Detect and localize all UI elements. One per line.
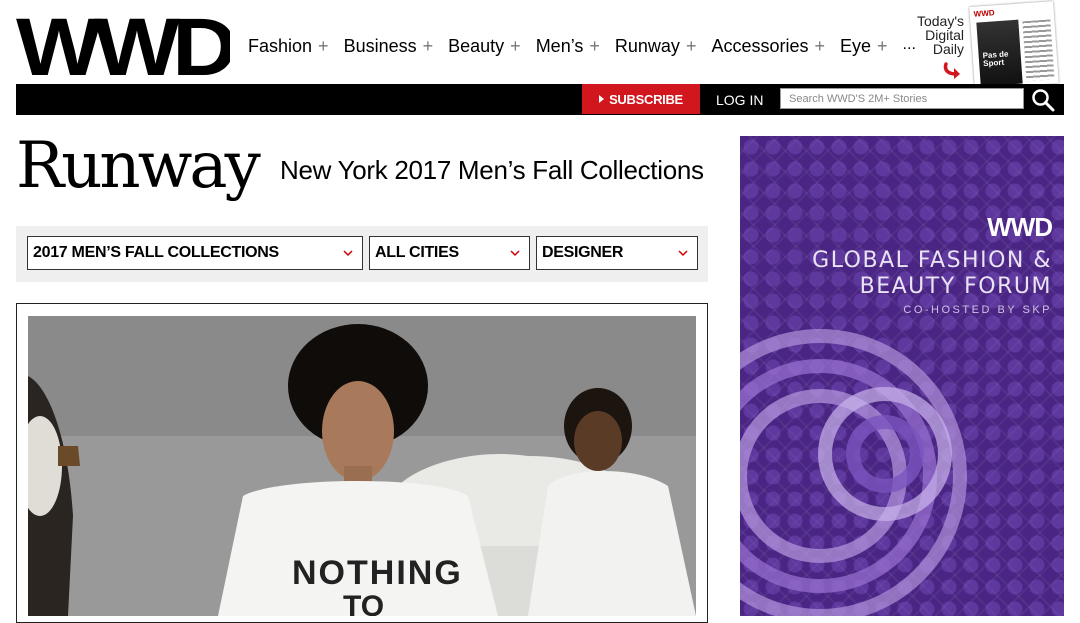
season-select-value: 2017 MEN’S FALL COLLECTIONS bbox=[33, 244, 279, 261]
expand-plus-icon[interactable]: + bbox=[510, 36, 521, 57]
magazine-masthead: WWD bbox=[973, 8, 995, 19]
shirt-text-line2: TO bbox=[343, 590, 384, 616]
wwd-logo[interactable]: WWD bbox=[16, 14, 230, 78]
nav-label: Fashion bbox=[248, 36, 313, 56]
designer-select-value: DESIGNER bbox=[542, 244, 624, 261]
runway-photo-illustration: NOTHING TO bbox=[28, 316, 696, 616]
ad-logo: WWD bbox=[987, 212, 1053, 242]
search-input[interactable] bbox=[780, 88, 1024, 109]
expand-plus-icon[interactable]: + bbox=[686, 36, 697, 57]
subscribe-label: SUBSCRIBE bbox=[609, 91, 683, 107]
runway-photo[interactable]: NOTHING TO bbox=[28, 316, 696, 616]
digital-daily-cover[interactable]: WWD Pas de Sport bbox=[969, 1, 1059, 89]
ad-swirl-graphic bbox=[740, 329, 967, 616]
city-select-value: ALL CITIES bbox=[375, 244, 459, 261]
nav-item-beauty[interactable]: Beauty + bbox=[448, 36, 521, 57]
nav-label: Runway bbox=[614, 36, 680, 56]
digital-daily-line3: Daily bbox=[932, 41, 964, 57]
expand-plus-icon[interactable]: + bbox=[423, 36, 434, 57]
expand-plus-icon[interactable]: + bbox=[589, 36, 600, 57]
expand-plus-icon[interactable]: + bbox=[814, 36, 825, 57]
play-arrow-icon bbox=[599, 95, 605, 103]
nav-item-mens[interactable]: Men’s + bbox=[536, 36, 600, 57]
chevron-down-icon bbox=[343, 250, 353, 257]
expand-plus-icon[interactable]: + bbox=[877, 36, 888, 57]
magazine-cover-text: Pas de Sport bbox=[982, 49, 1009, 68]
subscribe-button[interactable]: SUBSCRIBE bbox=[582, 84, 700, 114]
login-link[interactable]: LOG IN bbox=[716, 92, 763, 108]
page-subtitle: New York 2017 Men’s Fall Collections bbox=[280, 155, 704, 185]
ad-headline-line1: GLOBAL FASHION & bbox=[812, 248, 1052, 273]
chevron-down-icon bbox=[510, 250, 520, 257]
chevron-down-icon bbox=[678, 250, 688, 257]
ad-banner[interactable]: WWD GLOBAL FASHION & BEAUTY FORUM CO-HOS… bbox=[740, 136, 1064, 616]
nav-label: Beauty bbox=[448, 36, 505, 56]
nav-label: Accessories bbox=[711, 36, 809, 56]
digital-daily-line1: Today's bbox=[916, 13, 964, 29]
ad-cohost: CO-HOSTED BY SKP bbox=[903, 304, 1052, 316]
nav-item-business[interactable]: Business + bbox=[344, 36, 434, 57]
digital-daily-line2: Digital bbox=[925, 27, 964, 43]
nav-item-accessories[interactable]: Accessories + bbox=[711, 36, 825, 57]
search-icon[interactable] bbox=[1030, 87, 1056, 113]
nav-item-runway[interactable]: Runway + bbox=[615, 36, 697, 57]
curved-arrow-icon bbox=[943, 62, 960, 79]
logo-text: WWD bbox=[16, 14, 230, 78]
nav-label: Eye bbox=[840, 36, 872, 56]
designer-select[interactable]: DESIGNER bbox=[536, 236, 698, 270]
digital-daily-link[interactable]: Today's Digital Daily bbox=[910, 14, 964, 56]
city-select[interactable]: ALL CITIES bbox=[369, 236, 530, 270]
magazine-cover-lines bbox=[1022, 19, 1055, 82]
page-title: Runway bbox=[16, 129, 261, 203]
season-select[interactable]: 2017 MEN’S FALL COLLECTIONS bbox=[27, 236, 363, 270]
main-nav: Fashion + Business + Beauty + Men’s + Runway… bbox=[248, 36, 916, 57]
nav-item-fashion[interactable]: Fashion + bbox=[248, 36, 329, 57]
nav-item-eye[interactable]: Eye + bbox=[840, 36, 888, 57]
ad-headline-line2: BEAUTY FORUM bbox=[859, 274, 1052, 299]
nav-label: Men’s bbox=[535, 36, 584, 56]
nav-label: Business bbox=[343, 36, 417, 56]
expand-plus-icon[interactable]: + bbox=[318, 36, 329, 57]
shirt-text-line1: NOTHING bbox=[292, 554, 463, 592]
